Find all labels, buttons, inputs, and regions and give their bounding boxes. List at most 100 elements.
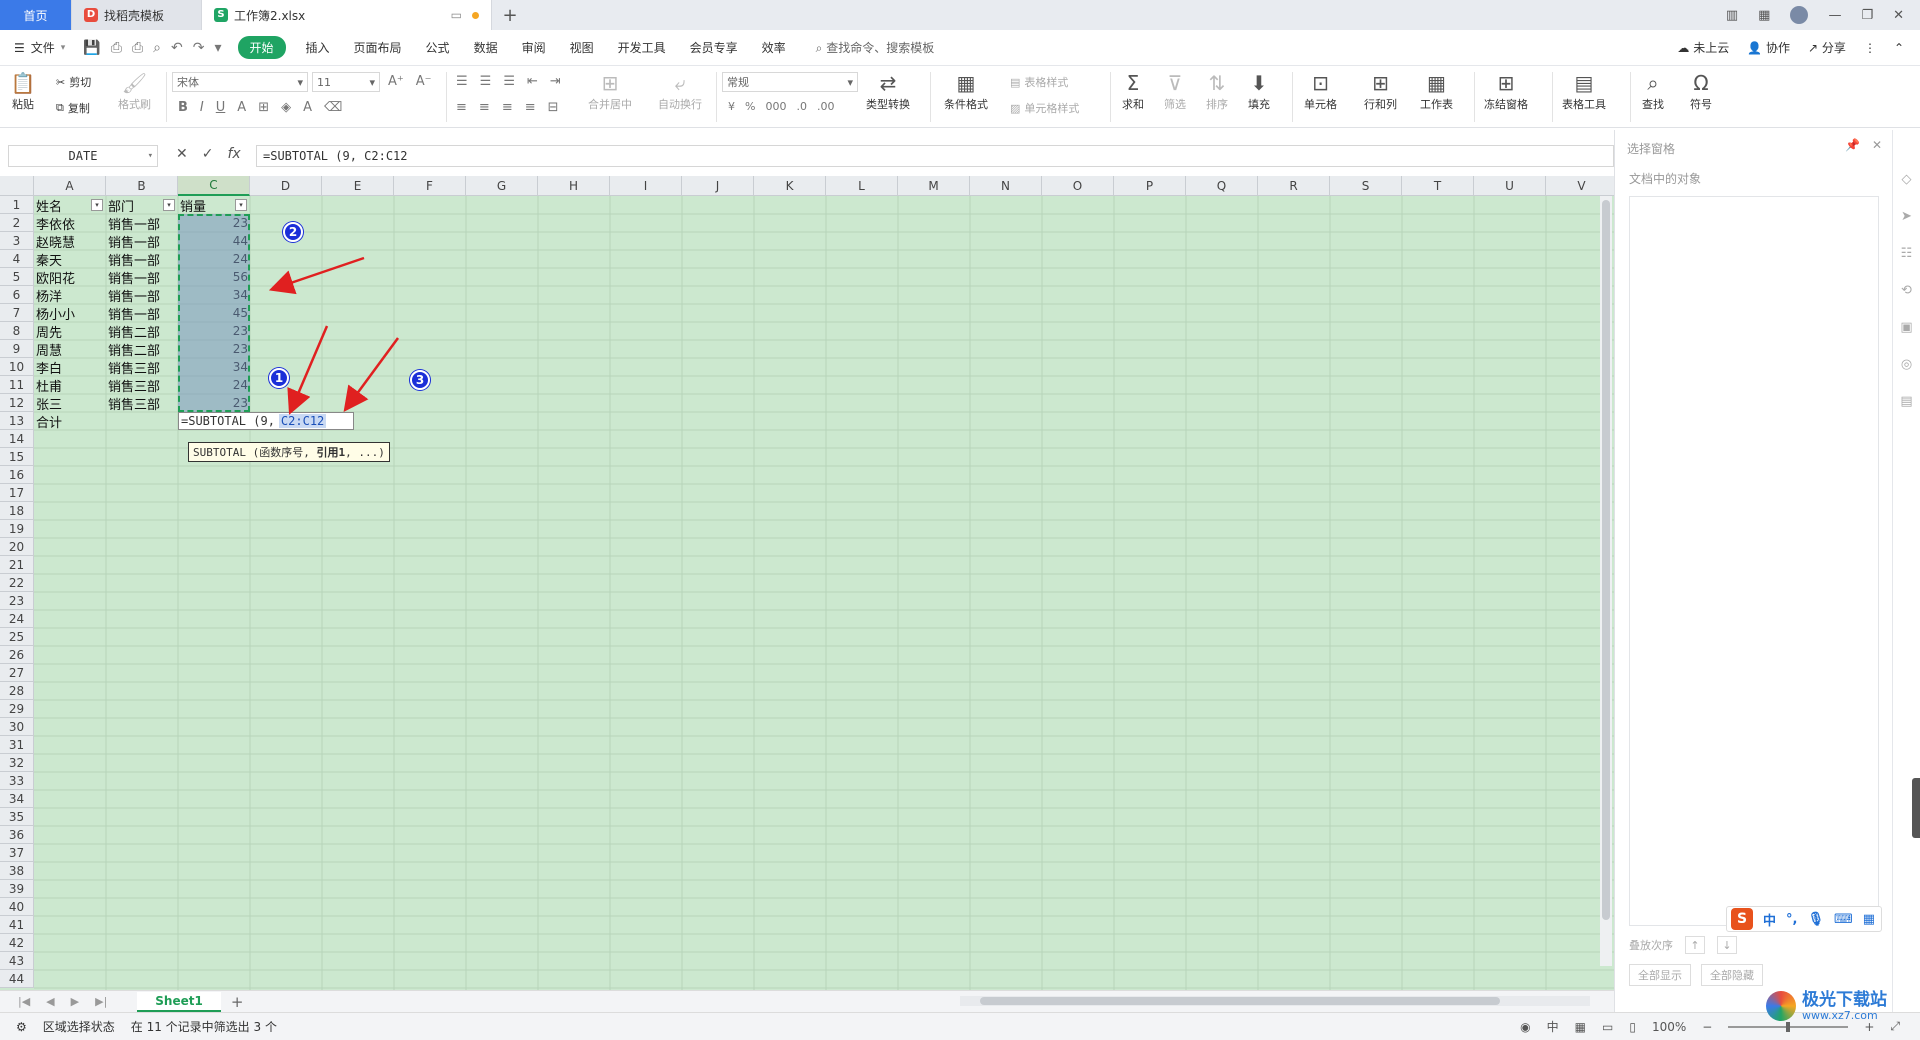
undo-icon[interactable]: ↶ <box>171 40 183 56</box>
name-cell[interactable]: 欧阳花 <box>34 268 106 287</box>
format-painter-button[interactable]: 🖌 格式刷 <box>118 70 151 112</box>
redo-icon[interactable]: ↷ <box>193 40 205 56</box>
align-center-icon[interactable]: ≡ <box>479 100 490 115</box>
row-header[interactable]: 29 <box>0 700 34 718</box>
align-left-icon[interactable]: ≡ <box>456 100 467 115</box>
decimal-decrease-icon[interactable]: .00 <box>817 100 835 113</box>
column-header-a[interactable]: A <box>34 176 106 196</box>
type-convert-button[interactable]: ⇄ 类型转换 <box>866 70 910 112</box>
align-right-icon[interactable]: ≡ <box>502 100 513 115</box>
eraser-icon[interactable]: ⌫ <box>324 100 342 115</box>
row-header[interactable]: 21 <box>0 556 34 574</box>
keyboard-icon[interactable]: ⌨ <box>1834 912 1853 927</box>
filter-button[interactable]: ⊽ 筛选 <box>1162 70 1188 112</box>
row-header[interactable]: 7 <box>0 304 34 322</box>
sort-button[interactable]: ⇅ 排序 <box>1204 70 1230 112</box>
percent-icon[interactable]: % <box>745 100 755 113</box>
font-color-icon[interactable]: A <box>303 100 312 115</box>
settings-sliders-icon[interactable]: ☷ <box>1901 246 1913 261</box>
row-header[interactable]: 36 <box>0 826 34 844</box>
justify-icon[interactable]: ≡ <box>525 100 536 115</box>
cell-button[interactable]: ⊡ 单元格 <box>1304 70 1337 112</box>
vertical-scrollbar[interactable] <box>1600 196 1612 966</box>
zoom-level[interactable]: 100% <box>1652 1020 1686 1034</box>
objects-list[interactable] <box>1629 196 1879 926</box>
row-header[interactable]: 28 <box>0 682 34 700</box>
tab-template[interactable]: D 找稻壳模板 <box>72 0 202 30</box>
preview-icon[interactable]: ⌕ <box>153 40 161 56</box>
show-all-button[interactable]: 全部显示 <box>1629 964 1691 986</box>
italic-icon[interactable]: I <box>200 100 204 115</box>
ime-toolbar[interactable]: S 中 °, 🎙 ⌨ ▦ <box>1726 906 1882 932</box>
fill-button[interactable]: ⬇ 填充 <box>1246 70 1272 112</box>
share-button[interactable]: ↗ 分享 <box>1808 39 1846 56</box>
row-header[interactable]: 10 <box>0 358 34 376</box>
distribute-icon[interactable]: ⊟ <box>548 100 559 115</box>
filter-dropdown-icon[interactable]: ▾ <box>163 199 175 211</box>
cell-style-button[interactable]: ▨ 单元格样式 <box>1010 100 1079 116</box>
total-label-cell[interactable]: 合计 <box>34 412 106 431</box>
filter-dropdown-icon[interactable]: ▾ <box>235 199 247 211</box>
column-header-o[interactable]: O <box>1042 176 1114 196</box>
row-header[interactable]: 30 <box>0 718 34 736</box>
font-shrink-icon[interactable]: A⁻ <box>416 74 432 89</box>
ime-mode[interactable]: 中 <box>1547 1018 1559 1035</box>
row-header[interactable]: 34 <box>0 790 34 808</box>
export-icon[interactable]: ⎙ <box>111 40 122 56</box>
ime-chinese-icon[interactable]: 中 <box>1763 910 1776 929</box>
add-sheet-button[interactable]: + <box>231 993 244 1011</box>
merge-button[interactable]: ⊞ 合并居中 <box>588 70 632 112</box>
tab-home[interactable]: 首页 <box>0 0 72 30</box>
column-header-v[interactable]: V <box>1546 176 1614 196</box>
ime-punct-icon[interactable]: °, <box>1786 912 1797 927</box>
row-header[interactable]: 26 <box>0 646 34 664</box>
name-cell[interactable]: 赵晓慧 <box>34 232 106 251</box>
sheet-tab[interactable]: Sheet1 <box>137 991 221 1012</box>
more-options-icon[interactable]: ⋮ <box>1864 41 1876 55</box>
collab-button[interactable]: 👤 协作 <box>1747 39 1790 56</box>
prev-sheet-icon[interactable]: ◀ <box>46 995 54 1008</box>
table-style-button[interactable]: ▤ 表格样式 <box>1010 74 1068 90</box>
name-cell[interactable]: 李白 <box>34 358 106 377</box>
row-header[interactable]: 15 <box>0 448 34 466</box>
column-header-e[interactable]: E <box>322 176 394 196</box>
font-family-select[interactable]: 宋体 ▾ <box>172 72 308 92</box>
cut-button[interactable]: ✂ 剪切 <box>56 74 91 90</box>
minimize-icon[interactable]: — <box>1828 8 1841 23</box>
book-icon[interactable]: ▤ <box>1900 394 1912 409</box>
move-up-icon[interactable]: ↑ <box>1685 936 1705 954</box>
thousands-icon[interactable]: 000 <box>765 100 786 113</box>
location-icon[interactable]: ◎ <box>1901 357 1912 372</box>
tab-workbook[interactable]: S 工作簿2.xlsx ▭ <box>202 0 492 30</box>
row-header[interactable]: 5 <box>0 268 34 286</box>
dept-cell[interactable]: 销售一部 <box>106 250 178 269</box>
column-header-p[interactable]: P <box>1114 176 1186 196</box>
reading-view-icon[interactable]: ▯ <box>1629 1020 1636 1034</box>
column-header-s[interactable]: S <box>1330 176 1402 196</box>
close-icon[interactable]: ✕ <box>1893 8 1904 23</box>
close-pane-icon[interactable]: ✕ <box>1872 138 1882 152</box>
dept-cell[interactable]: 销售三部 <box>106 358 178 377</box>
row-header[interactable]: 31 <box>0 736 34 754</box>
image-icon[interactable]: ▣ <box>1900 320 1912 335</box>
align-top-icon[interactable]: ☰ <box>456 74 468 89</box>
horizontal-scrollbar[interactable] <box>960 996 1590 1006</box>
row-header[interactable]: 13 <box>0 412 34 430</box>
backup-icon[interactable]: ⟲ <box>1901 283 1912 298</box>
macro-icon[interactable]: ⚙ <box>0 1020 27 1034</box>
row-header[interactable]: 22 <box>0 574 34 592</box>
name-cell[interactable]: 李依依 <box>34 214 106 233</box>
font-size-select[interactable]: 11 ▾ <box>312 72 380 92</box>
column-header-b[interactable]: B <box>106 176 178 196</box>
row-header[interactable]: 42 <box>0 934 34 952</box>
dept-cell[interactable]: 销售一部 <box>106 268 178 287</box>
row-header[interactable]: 32 <box>0 754 34 772</box>
hide-all-button[interactable]: 全部隐藏 <box>1701 964 1763 986</box>
column-header-t[interactable]: T <box>1402 176 1474 196</box>
sum-button[interactable]: Σ 求和 <box>1120 70 1146 112</box>
select-all-corner[interactable] <box>0 176 34 196</box>
eye-protect-icon[interactable]: ◉ <box>1520 1020 1530 1034</box>
name-cell[interactable]: 周慧 <box>34 340 106 359</box>
symbol-button[interactable]: Ω 符号 <box>1688 70 1714 112</box>
microphone-icon[interactable]: 🎙 <box>1807 912 1824 927</box>
